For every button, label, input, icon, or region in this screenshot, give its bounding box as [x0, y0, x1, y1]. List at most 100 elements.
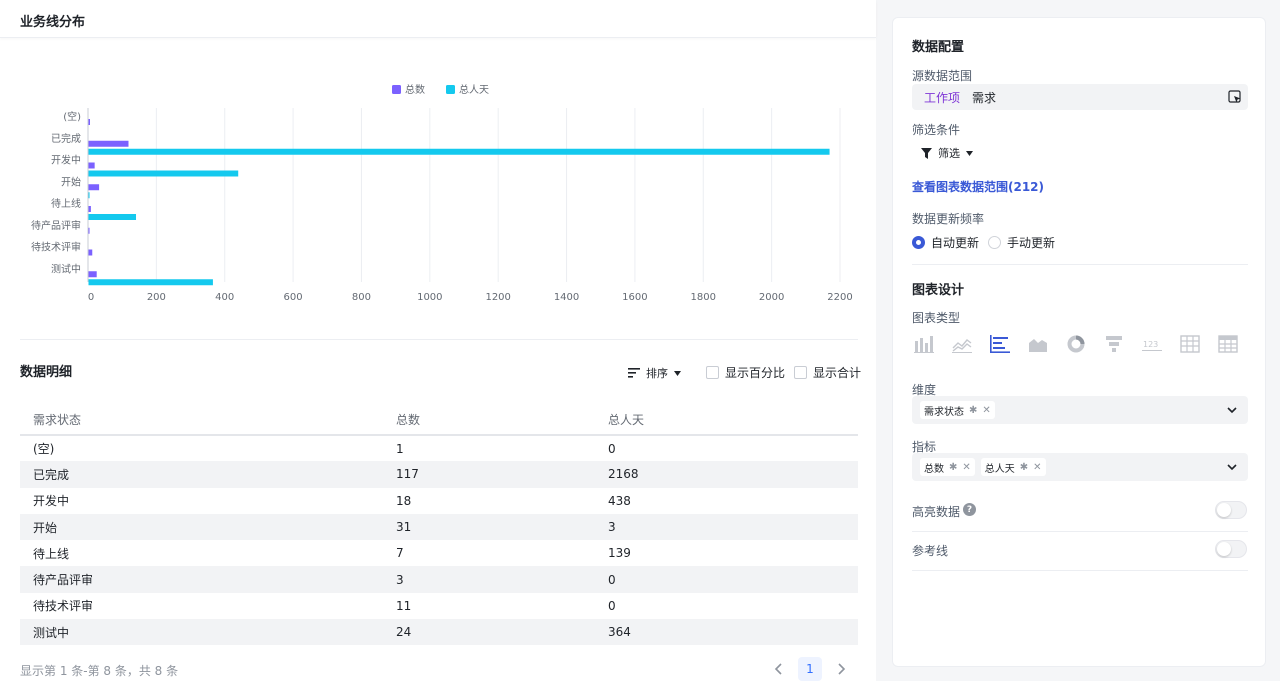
auto-update-label: 自动更新 [931, 236, 980, 250]
radio-checked[interactable] [912, 236, 925, 249]
table-cell: 139 [608, 546, 631, 561]
column-header[interactable]: 需求状态 [20, 405, 383, 436]
dimension-chip: 需求状态 ✱ ✕ [920, 401, 995, 419]
source-type-tag: 工作项 [924, 90, 961, 105]
page-button-current[interactable]: 1 [798, 657, 822, 681]
close-icon[interactable]: ✕ [962, 462, 970, 473]
horizontal-bar-chart-icon[interactable] [988, 333, 1012, 355]
show-total-label: 显示合计 [813, 366, 862, 380]
chevron-down-icon[interactable] [1226, 460, 1238, 474]
category-label: (空) [63, 110, 81, 123]
show-total-checkbox[interactable]: 显示合计 [794, 364, 861, 381]
help-icon[interactable]: ? [963, 503, 976, 516]
pivot-table-icon[interactable] [1216, 333, 1240, 355]
donut-chart-icon[interactable] [1064, 333, 1088, 355]
number-card-icon[interactable]: 123 [1140, 333, 1164, 355]
toggle-knob [1217, 542, 1231, 556]
select-cursor-icon[interactable] [1228, 90, 1242, 107]
bar[interactable] [88, 271, 97, 278]
metric-chip-label: 总数 [924, 463, 944, 475]
category-label: 开始 [61, 175, 81, 188]
source-label: 源数据范围 [912, 69, 973, 83]
bar[interactable] [88, 162, 95, 169]
auto-update-radio[interactable]: 自动更新 [912, 234, 979, 251]
bar[interactable] [88, 249, 93, 256]
category-label: 已完成 [51, 132, 81, 145]
table-row: 待上线 7 139 [20, 540, 858, 566]
bar[interactable] [88, 184, 100, 191]
gear-icon[interactable]: ✱ [1020, 462, 1028, 473]
table-cell: 7 [396, 546, 404, 561]
sort-button[interactable]: 排序 [628, 365, 681, 381]
table-chart-icon[interactable] [1178, 333, 1202, 355]
table-row: 开发中 18 438 [20, 488, 858, 514]
detail-title: 数据明细 [20, 365, 73, 380]
dimension-chip-label: 需求状态 [924, 406, 964, 418]
pagination-summary: 显示第 1 条-第 8 条，共 8 条 [20, 664, 179, 678]
chart-legend[interactable]: 总数 总人天 [392, 83, 489, 96]
source-field[interactable]: 工作项 需求 [912, 84, 1248, 110]
caret-down-icon [674, 370, 681, 376]
checkbox-box[interactable] [794, 366, 807, 379]
funnel-icon [921, 147, 932, 159]
manual-update-radio[interactable]: 手动更新 [988, 234, 1055, 251]
bar[interactable] [88, 206, 91, 212]
next-page-icon[interactable] [834, 657, 850, 681]
funnel-chart-icon[interactable] [1102, 333, 1126, 355]
tick-label: 0 [88, 292, 94, 303]
bar[interactable] [88, 119, 91, 125]
divider [912, 264, 1248, 265]
table-cell: 开始 [20, 513, 383, 541]
legend-item[interactable]: 总人天 [446, 83, 489, 96]
table-cell: 1 [396, 441, 404, 456]
reference-line-toggle[interactable] [1215, 540, 1247, 558]
column-chart-icon[interactable] [912, 333, 936, 355]
data-config-title: 数据配置 [912, 40, 965, 55]
detail-table: 需求状态 总数 总人天 (空) 1 0 已完成 117 2168 开发中 18 … [20, 405, 858, 646]
table-header-row: 需求状态 总数 总人天 [20, 405, 858, 436]
show-percent-checkbox[interactable]: 显示百分比 [706, 364, 785, 381]
table-cell: 24 [383, 619, 595, 646]
dimension-select[interactable]: 需求状态 ✱ ✕ [912, 396, 1248, 424]
close-icon[interactable]: ✕ [982, 405, 990, 416]
bar[interactable] [88, 170, 239, 177]
chevron-down-icon[interactable] [1226, 403, 1238, 417]
bar[interactable] [88, 227, 90, 234]
line-chart-icon[interactable] [950, 333, 974, 355]
reference-line-label: 参考线 [912, 544, 949, 558]
bar[interactable] [88, 140, 129, 147]
table-cell: 0 [608, 441, 616, 456]
filter-button[interactable]: 筛选 [921, 145, 973, 161]
prev-page-icon[interactable] [770, 657, 786, 681]
table-cell: 364 [595, 619, 858, 646]
bar[interactable] [88, 148, 830, 155]
legend-item[interactable]: 总数 [392, 83, 425, 96]
view-range-link[interactable]: 查看图表数据范围(212) [912, 178, 1044, 195]
gear-icon[interactable]: ✱ [969, 405, 977, 416]
table-cell: 117 [383, 461, 595, 488]
column-header[interactable]: 总数 [383, 405, 595, 436]
radio-unchecked[interactable] [988, 236, 1001, 249]
category-axis: (空) 已完成开发中开始待上线待产品评审待技术评审测试中 [31, 110, 81, 275]
toggle-knob [1217, 503, 1231, 517]
gear-icon[interactable]: ✱ [949, 462, 957, 473]
checkbox-box[interactable] [706, 366, 719, 379]
table-row: 待技术评审 11 0 [20, 593, 858, 619]
metric-select[interactable]: 总数 ✱ ✕ 总人天 ✱ ✕ [912, 453, 1248, 481]
table-row: 测试中 24 364 [20, 619, 858, 646]
tick-label: 600 [284, 292, 303, 303]
table-cell: 3 [595, 513, 858, 541]
bar[interactable] [88, 192, 90, 199]
pagination: 1 [770, 657, 850, 681]
table-cell: 31 [383, 513, 595, 541]
chart-design-title: 图表设计 [912, 283, 965, 298]
highlight-toggle[interactable] [1215, 501, 1247, 519]
show-percent-label: 显示百分比 [725, 366, 786, 380]
category-label: 待上线 [51, 197, 81, 210]
table-cell: 438 [608, 493, 631, 508]
column-header[interactable]: 总人天 [595, 405, 858, 436]
bar[interactable] [88, 279, 213, 286]
close-icon[interactable]: ✕ [1033, 462, 1041, 473]
area-chart-icon[interactable] [1026, 333, 1050, 355]
bar[interactable] [88, 214, 137, 220]
